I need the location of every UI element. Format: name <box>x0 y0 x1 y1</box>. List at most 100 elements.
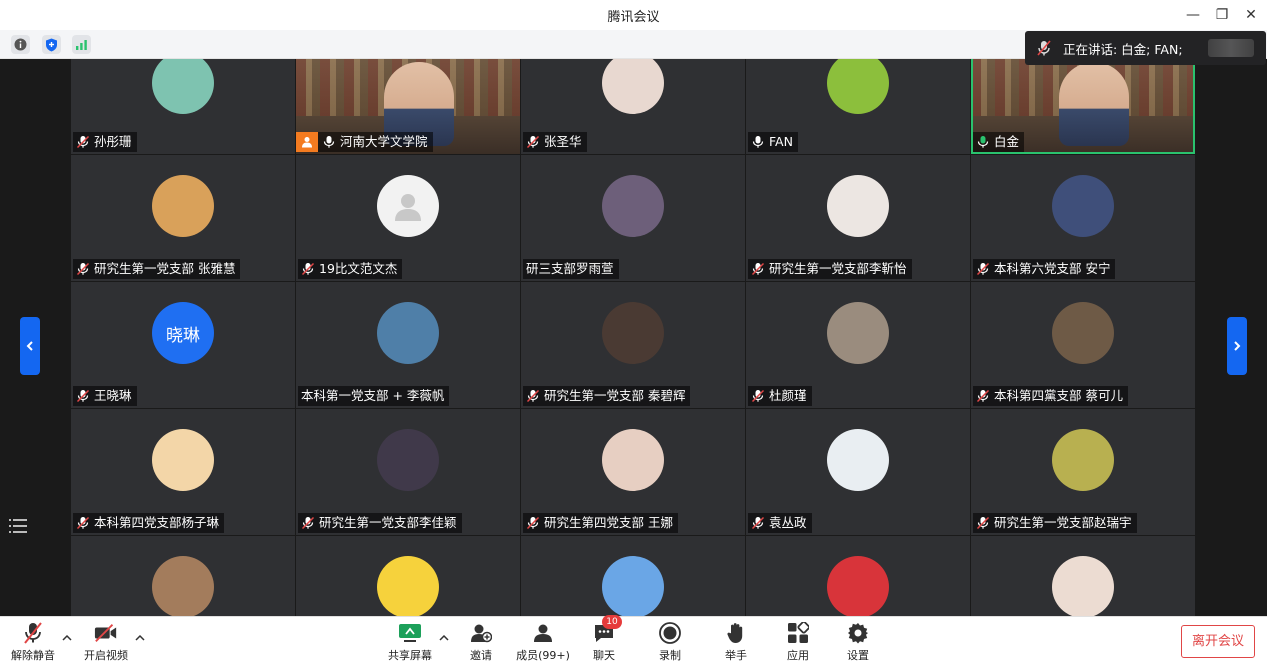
participant-tile[interactable] <box>971 536 1195 616</box>
mic-muted-icon <box>976 262 990 276</box>
mic-muted-icon <box>526 516 540 530</box>
mic-muted-icon <box>526 135 540 149</box>
mic-muted-icon <box>751 516 765 530</box>
participant-tile[interactable]: 本科第一党支部 + 李薇帆 <box>296 282 520 408</box>
participant-tile[interactable]: 孙彤珊 <box>71 59 295 154</box>
participant-tile[interactable]: 白金 <box>971 59 1195 154</box>
participant-name-bar: 王晓琳 <box>73 386 137 406</box>
share-options-chevron-up-icon[interactable] <box>439 633 449 643</box>
participant-name: 王晓琳 <box>94 388 132 403</box>
participant-tile[interactable]: 本科第四党支部杨子琳 <box>71 409 295 535</box>
participant-tile[interactable]: 研究生第一党支部李佳颖 <box>296 409 520 535</box>
info-icon[interactable] <box>11 35 30 54</box>
participant-tile[interactable]: 杜颜瑾 <box>746 282 970 408</box>
participant-tile[interactable]: 本科第六党支部 安宁 <box>971 155 1195 281</box>
raise-hand-button[interactable]: 举手 <box>722 621 750 663</box>
unmute-button[interactable]: 解除静音 <box>10 621 56 663</box>
participant-name-bar: 19比文范文杰 <box>298 259 403 279</box>
restore-button[interactable]: ❐ <box>1211 4 1233 26</box>
mic-muted-icon <box>976 516 990 530</box>
chat-unread-badge: 10 <box>602 615 622 629</box>
video-gallery: 孙彤珊 河南大学文学院 张圣华 FAN 白金研究生第一党支部 张雅慧 19比文范文杰 研三支… <box>0 59 1267 616</box>
participant-name-bar: 本科第四党支部杨子琳 <box>73 513 225 533</box>
record-label: 录制 <box>659 649 681 662</box>
avatar <box>1052 429 1114 491</box>
participant-name: 研究生第一党支部赵瑞宇 <box>994 515 1132 530</box>
camera-off-icon <box>94 624 117 642</box>
participant-name-bar: 研究生第一党支部李靳怡 <box>748 259 912 279</box>
avatar <box>152 59 214 114</box>
apps-button[interactable]: 应用 <box>784 621 812 663</box>
minimize-button[interactable]: — <box>1182 4 1204 26</box>
members-button[interactable]: 成员(99+) <box>515 621 571 663</box>
avatar-initials: 晓琳 <box>166 325 200 346</box>
mic-muted-icon <box>1037 40 1051 56</box>
person-silhouette <box>1059 62 1129 146</box>
participant-name-bar: 研究生第一党支部赵瑞宇 <box>973 513 1137 533</box>
avatar <box>827 302 889 364</box>
video-options-chevron-up-icon[interactable] <box>135 633 145 643</box>
participant-tile[interactable] <box>521 536 745 616</box>
participant-tile[interactable]: 研究生第一党支部李靳怡 <box>746 155 970 281</box>
avatar <box>1052 556 1114 616</box>
participant-name: 白金 <box>994 134 1020 149</box>
avatar: 晓琳 <box>152 302 214 364</box>
participant-tile[interactable]: 晓琳王晓琳 <box>71 282 295 408</box>
mic-muted-icon <box>751 389 765 403</box>
mic-muted-icon <box>76 389 90 403</box>
avatar <box>602 556 664 616</box>
gear-icon <box>848 623 868 644</box>
avatar <box>827 59 889 114</box>
mic-muted-icon <box>301 262 315 276</box>
participant-tile[interactable]: 研究生第四党支部 王娜 <box>521 409 745 535</box>
participant-name-bar: 研究生第四党支部 王娜 <box>523 513 678 533</box>
chat-label: 聊天 <box>593 649 615 662</box>
list-view-icon[interactable] <box>9 518 27 534</box>
members-icon <box>534 624 552 642</box>
participant-tile[interactable] <box>71 536 295 616</box>
participant-tile[interactable] <box>296 536 520 616</box>
mic-icon <box>323 136 335 148</box>
mic-muted-icon <box>24 622 42 644</box>
chat-button[interactable]: 10 聊天 <box>590 615 622 663</box>
mic-muted-icon <box>976 389 990 403</box>
participant-tile[interactable] <box>746 536 970 616</box>
prev-page-button[interactable] <box>20 317 40 375</box>
avatar <box>152 429 214 491</box>
participant-tile[interactable]: 研究生第一党支部 张雅慧 <box>71 155 295 281</box>
share-screen-label: 共享屏幕 <box>388 649 432 662</box>
avatar <box>827 556 889 616</box>
start-video-button[interactable]: 开启视频 <box>83 621 129 663</box>
participant-tile[interactable]: 研三支部罗雨萱 <box>521 155 745 281</box>
record-button[interactable]: 录制 <box>656 621 684 663</box>
participant-name-bar: 研究生第一党支部 张雅慧 <box>73 259 241 279</box>
participant-tile[interactable]: 研究生第一党支部赵瑞宇 <box>971 409 1195 535</box>
participant-name-bar: 研究生第一党支部 秦碧辉 <box>523 386 691 406</box>
avatar <box>827 429 889 491</box>
security-shield-icon[interactable] <box>42 35 61 54</box>
leave-meeting-button[interactable]: 离开会议 <box>1181 625 1255 658</box>
audio-options-chevron-up-icon[interactable] <box>62 633 72 643</box>
apps-label: 应用 <box>787 649 809 662</box>
avatar <box>1052 175 1114 237</box>
participant-tile[interactable]: 河南大学文学院 <box>296 59 520 154</box>
participant-tile[interactable]: 19比文范文杰 <box>296 155 520 281</box>
invite-button[interactable]: 邀请 <box>463 621 499 663</box>
share-screen-button[interactable]: 共享屏幕 <box>387 621 433 663</box>
participant-tile[interactable]: 袁丛政 <box>746 409 970 535</box>
avatar <box>602 429 664 491</box>
raise-hand-icon <box>727 623 743 643</box>
participant-tile[interactable]: 张圣华 <box>521 59 745 154</box>
participant-tile[interactable]: FAN <box>746 59 970 154</box>
network-signal-icon[interactable] <box>72 35 91 54</box>
participant-name: 孙彤珊 <box>94 134 132 149</box>
settings-button[interactable]: 设置 <box>844 621 872 663</box>
participant-tile[interactable]: 本科第四黨支部 蔡可儿 <box>971 282 1195 408</box>
participant-name-bar: 本科第四黨支部 蔡可儿 <box>973 386 1128 406</box>
participant-name: 本科第四黨支部 蔡可儿 <box>994 388 1123 403</box>
participant-name-bar: 杜颜瑾 <box>748 386 812 406</box>
close-button[interactable]: ✕ <box>1240 4 1262 26</box>
participant-name: 研究生第一党支部 秦碧辉 <box>544 388 686 403</box>
participant-tile[interactable]: 研究生第一党支部 秦碧辉 <box>521 282 745 408</box>
next-page-button[interactable] <box>1227 317 1247 375</box>
